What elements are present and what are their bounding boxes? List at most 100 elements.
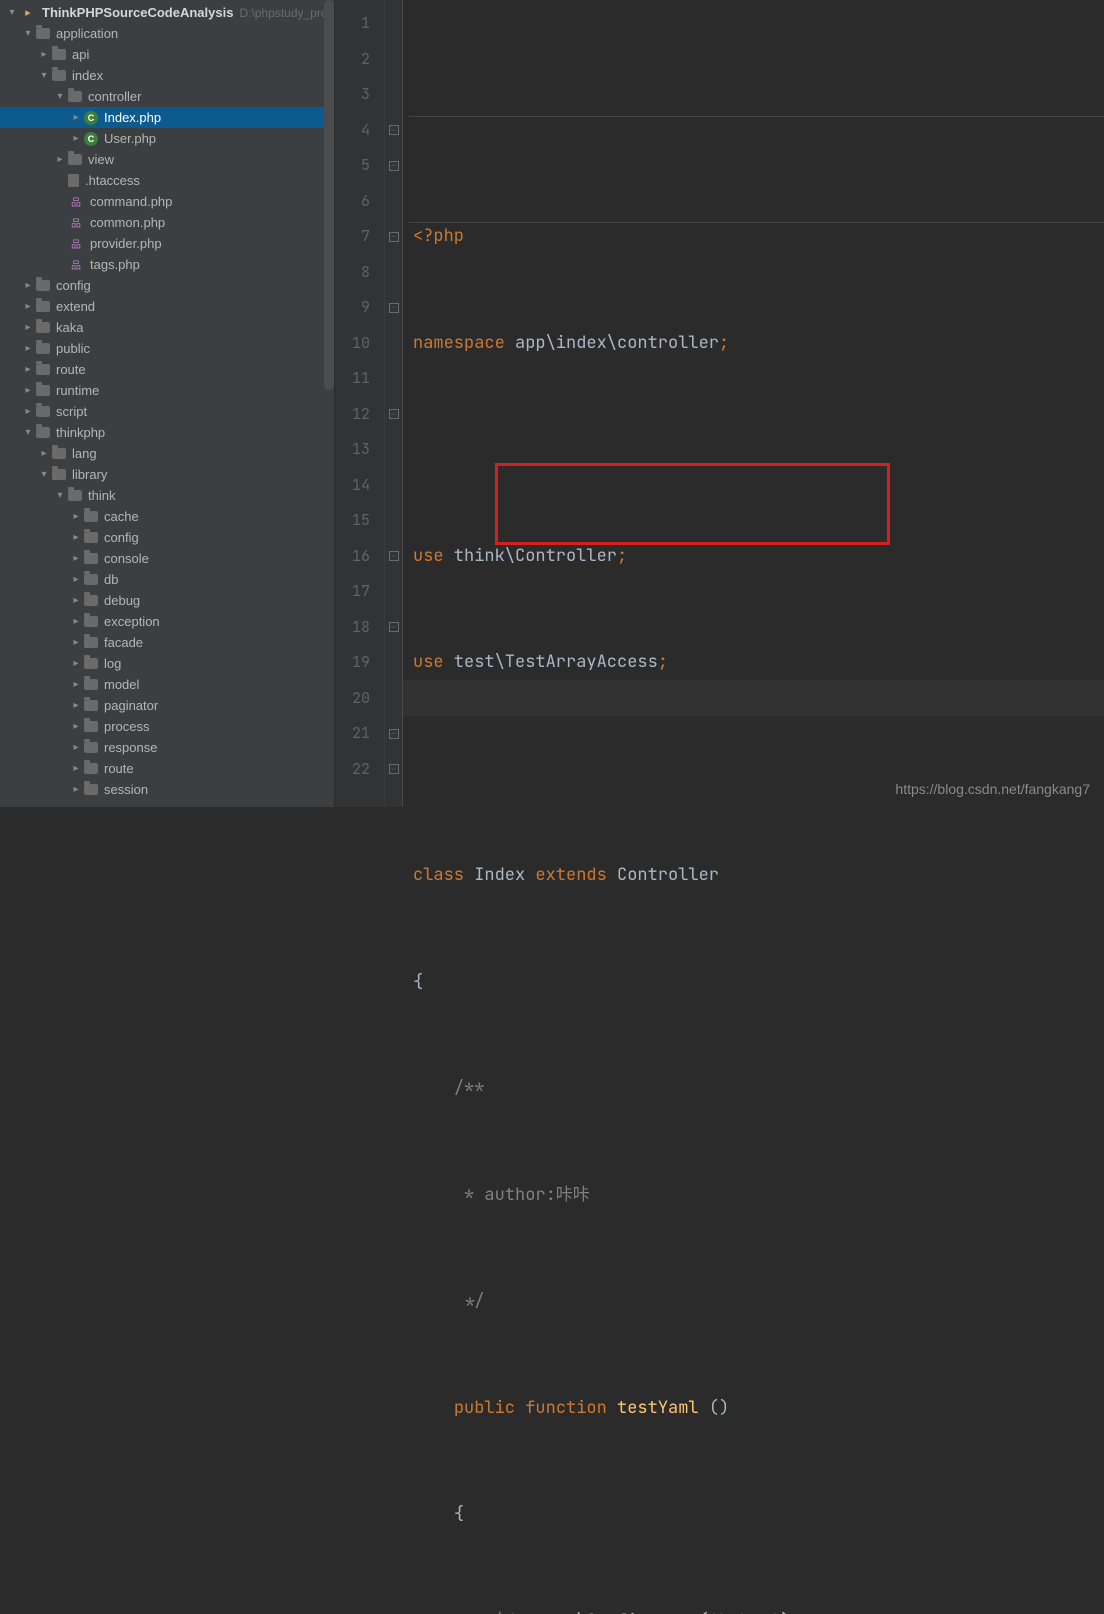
tree-item-index-php[interactable]: CIndex.php — [0, 107, 334, 128]
chevron-right-icon[interactable] — [22, 301, 34, 313]
chevron-right-icon[interactable] — [70, 700, 82, 712]
tree-item-user-php[interactable]: CUser.php — [0, 128, 334, 149]
tree-item-index[interactable]: index — [0, 65, 334, 86]
chevron-right-icon[interactable] — [70, 595, 82, 607]
chevron-right-icon[interactable] — [70, 784, 82, 796]
tree-item-response[interactable]: response — [0, 737, 334, 758]
fold-toggle-icon[interactable]: − — [385, 148, 402, 184]
fold-toggle-icon[interactable]: − — [385, 539, 402, 575]
tree-item-exception[interactable]: exception — [0, 611, 334, 632]
tree-item-process[interactable]: process — [0, 716, 334, 737]
chevron-right-icon[interactable] — [70, 553, 82, 565]
chevron-right-icon[interactable] — [70, 532, 82, 544]
chevron-right-icon[interactable] — [38, 448, 50, 460]
fold-toggle-icon[interactable]: − — [385, 752, 402, 788]
tree-item-controller[interactable]: controller — [0, 86, 334, 107]
tree-item-think[interactable]: think — [0, 485, 334, 506]
tree-item-config2[interactable]: config — [0, 527, 334, 548]
project-tree[interactable]: ▸ThinkPHPSourceCodeAnalysisD:\phpstudy_p… — [0, 0, 334, 800]
tree-item-public[interactable]: public — [0, 338, 334, 359]
chevron-right-icon[interactable] — [22, 406, 34, 418]
line-number[interactable]: 1 — [335, 6, 370, 42]
line-number[interactable]: 4 — [335, 113, 370, 149]
tree-item-application[interactable]: application — [0, 23, 334, 44]
tree-item-db[interactable]: db — [0, 569, 334, 590]
chevron-right-icon[interactable] — [22, 322, 34, 334]
tree-item-lang[interactable]: lang — [0, 443, 334, 464]
line-number[interactable]: 15 — [335, 503, 370, 539]
tree-item-console[interactable]: console — [0, 548, 334, 569]
tree-item-log[interactable]: log — [0, 653, 334, 674]
fold-toggle-icon[interactable]: − — [385, 219, 402, 255]
tree-item-view[interactable]: view — [0, 149, 334, 170]
tree-item-script[interactable]: script — [0, 401, 334, 422]
chevron-right-icon[interactable] — [70, 721, 82, 733]
code-area[interactable]: <?php namespace app\index\controller; us… — [403, 0, 1104, 807]
chevron-right-icon[interactable] — [22, 364, 34, 376]
tree-item-session[interactable]: session — [0, 779, 334, 800]
fold-column[interactable]: −−−−−−−−− — [385, 0, 403, 807]
tree-item-command-php[interactable]: 品command.php — [0, 191, 334, 212]
chevron-right-icon[interactable] — [70, 133, 82, 145]
tree-item-thinkphp[interactable]: thinkphp — [0, 422, 334, 443]
chevron-down-icon[interactable] — [6, 7, 18, 19]
chevron-right-icon[interactable] — [70, 763, 82, 775]
line-number[interactable]: 9 — [335, 290, 370, 326]
line-number[interactable]: 3 — [335, 77, 370, 113]
tree-item-api[interactable]: api — [0, 44, 334, 65]
tree-item-cache[interactable]: cache — [0, 506, 334, 527]
tree-item-facade[interactable]: facade — [0, 632, 334, 653]
tree-item-kaka[interactable]: kaka — [0, 317, 334, 338]
chevron-down-icon[interactable] — [22, 427, 34, 439]
chevron-right-icon[interactable] — [22, 280, 34, 292]
line-number[interactable]: 12 — [335, 397, 370, 433]
fold-toggle-icon[interactable]: − — [385, 290, 402, 326]
tree-item-extend[interactable]: extend — [0, 296, 334, 317]
line-number[interactable]: 7 — [335, 219, 370, 255]
chevron-right-icon[interactable] — [70, 112, 82, 124]
tree-item-runtime[interactable]: runtime — [0, 380, 334, 401]
chevron-right-icon[interactable] — [70, 574, 82, 586]
chevron-right-icon[interactable] — [22, 385, 34, 397]
tree-item-route[interactable]: route — [0, 359, 334, 380]
tree-item-library[interactable]: library — [0, 464, 334, 485]
chevron-right-icon[interactable] — [22, 343, 34, 355]
chevron-right-icon[interactable] — [70, 679, 82, 691]
line-number[interactable]: 8 — [335, 255, 370, 291]
chevron-right-icon[interactable] — [38, 49, 50, 61]
fold-toggle-icon[interactable]: − — [385, 113, 402, 149]
fold-toggle-icon[interactable]: − — [385, 610, 402, 646]
line-number[interactable]: 22 — [335, 752, 370, 788]
fold-toggle-icon[interactable]: − — [385, 397, 402, 433]
tree-item-route2[interactable]: route — [0, 758, 334, 779]
line-number[interactable]: 6 — [335, 184, 370, 220]
line-number[interactable]: 16 — [335, 539, 370, 575]
tree-item-debug[interactable]: debug — [0, 590, 334, 611]
chevron-right-icon[interactable] — [70, 616, 82, 628]
chevron-down-icon[interactable] — [54, 490, 66, 502]
line-number[interactable]: 17 — [335, 574, 370, 610]
line-number[interactable]: 14 — [335, 468, 370, 504]
tree-item-config[interactable]: config — [0, 275, 334, 296]
line-number[interactable]: 18 — [335, 610, 370, 646]
tree-item-paginator[interactable]: paginator — [0, 695, 334, 716]
tree-item-model[interactable]: model — [0, 674, 334, 695]
tree-item-htaccess[interactable]: .htaccess — [0, 170, 334, 191]
fold-toggle-icon[interactable]: − — [385, 716, 402, 752]
tree-item-root[interactable]: ▸ThinkPHPSourceCodeAnalysisD:\phpstudy_p… — [0, 2, 334, 23]
line-number[interactable]: 13 — [335, 432, 370, 468]
chevron-right-icon[interactable] — [70, 742, 82, 754]
line-number[interactable]: 5 — [335, 148, 370, 184]
line-number[interactable]: 10 — [335, 326, 370, 362]
line-number[interactable]: 21 — [335, 716, 370, 752]
chevron-down-icon[interactable] — [22, 28, 34, 40]
chevron-right-icon[interactable] — [70, 511, 82, 523]
line-number-gutter[interactable]: 12345678910111213141516171819202122 — [335, 0, 385, 807]
chevron-right-icon[interactable] — [54, 154, 66, 166]
chevron-right-icon[interactable] — [70, 658, 82, 670]
chevron-down-icon[interactable] — [38, 469, 50, 481]
line-number[interactable]: 11 — [335, 361, 370, 397]
chevron-down-icon[interactable] — [38, 70, 50, 82]
tree-item-common-php[interactable]: 品common.php — [0, 212, 334, 233]
sidebar-scrollbar[interactable] — [324, 0, 334, 390]
